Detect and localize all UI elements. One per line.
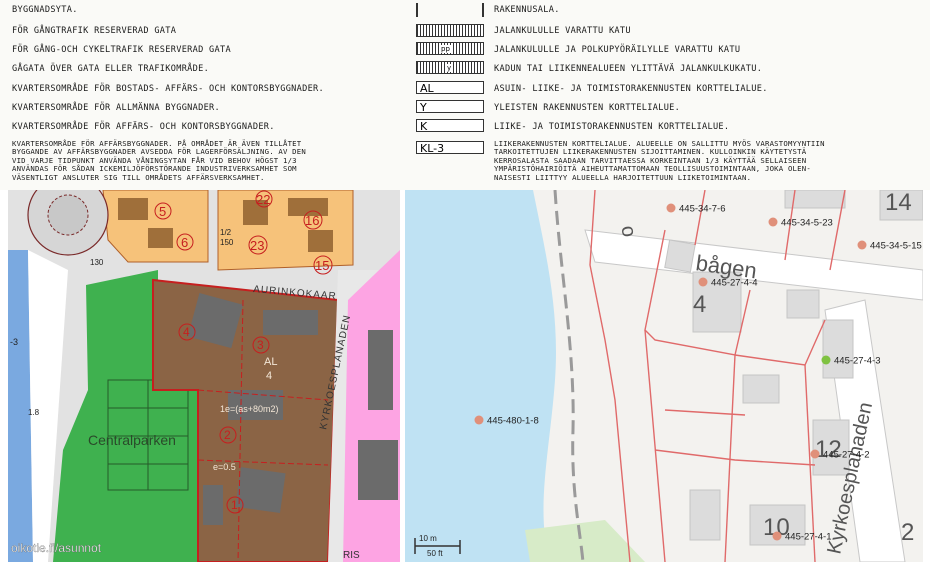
legend-right-3: KADUN TAI LIIKENNEALUEEN YLITTÄVÄ JALANK… [494, 64, 763, 74]
parcel-id-label: 445-34-5-23 [781, 218, 833, 229]
legend-right-4: ASUIN- LIIKE- JA TOIMISTORAKENNUSTEN KOR… [494, 84, 768, 94]
parcel-dot [698, 277, 708, 287]
street-label-bottom: RIS [343, 550, 360, 561]
legend-right-6: LIIKE- JA TOIMISTORAKENNUSTEN KORTTELIAL… [494, 122, 730, 132]
watermark: oikotie.fi/asunnot [11, 541, 102, 555]
cadastral-graphic: bågen Kyrkoesplanaden o 4 12 10 14 2 445… [405, 190, 923, 562]
plan-legend: BYGGNADSYTA. RAKENNUSALA. FÖR GÅNGTRAFIK… [0, 0, 930, 190]
cadastral-map[interactable]: bågen Kyrkoesplanaden o 4 12 10 14 2 445… [405, 190, 923, 562]
block-16: 16 [305, 213, 319, 228]
legend-right-2: JALANKULULLE JA POLKUPYÖRÄILYLLE VARATTU… [494, 45, 741, 55]
misc-label-150: 150 [220, 238, 234, 247]
parcel-id-label: 445-27-4-3 [834, 356, 880, 367]
parcel-id-label: 445-480-1-8 [487, 416, 539, 427]
block-number-4: 4 [693, 291, 706, 318]
legend-symbol-k: K [416, 119, 484, 133]
legend-right-5: YLEISTEN RAKENNUSTEN KORTTELIALUE. [494, 103, 681, 113]
quarter-number: 4 [266, 370, 272, 382]
legend-symbol-y: Y [416, 100, 484, 114]
block-23: 23 [250, 238, 264, 253]
misc-label-130: 130 [90, 258, 104, 267]
parcel-id-label: 445-34-7-6 [679, 204, 725, 215]
zoning-plan-map[interactable]: Centralparken 4 3 2 1 AL 4 1e=(as+80m2) … [8, 190, 400, 562]
quarter-code: AL [264, 356, 277, 368]
efficiency-label: e=0.5 [213, 462, 236, 472]
lot-4: 4 [183, 325, 190, 339]
parcel-id-label: 445-27-4-4 [711, 278, 757, 289]
floor-area-label: 1e=(as+80m2) [220, 404, 279, 414]
legend-symbol-al: AL [416, 81, 484, 95]
misc-label-minus-3: -3 [10, 337, 18, 347]
legend-left-2: FÖR GÅNG-OCH CYKELTRAFIK RESERVERAD GATA [12, 45, 231, 55]
legend-kl-right-text: LIIKERAKENNUSTEN KORTTELIALUE. ALUEELLE … [494, 139, 825, 182]
legend-kl-left-text: KVARTERSOMRÅDE FÖR AFFÄRSBYGGNADER. PÅ O… [12, 139, 306, 182]
legend-symbol-building-area [416, 3, 484, 17]
park-label: Centralparken [88, 432, 176, 448]
legend-symbol-kl3: KL-3 [416, 141, 484, 155]
legend-left-5: KVARTERSOMRÅDE FÖR ALLMÄNNA BYGGNADER. [12, 103, 221, 113]
block-5: 5 [159, 204, 166, 219]
block-15: 15 [315, 258, 329, 273]
legend-left-3: GÅGATA ÖVER GATA ELLER TRAFIKOMRÅDE. [12, 64, 210, 74]
parcel-dot [857, 240, 867, 250]
block-number-14: 14 [885, 190, 912, 216]
parcel-id-label: 445-27-4-1 [785, 532, 831, 543]
zoning-plan-graphic: Centralparken 4 3 2 1 AL 4 1e=(as+80m2) … [8, 190, 400, 562]
block-6: 6 [181, 235, 188, 250]
scale-ft: 50 ft [427, 549, 443, 558]
legend-left-1: FÖR GÅNGTRAFIK RESERVERAD GATA [12, 26, 177, 36]
legend-right-1: JALANKULULLE VARATTU KATU [494, 26, 631, 36]
legend-right-0: RAKENNUSALA. [494, 5, 560, 15]
parcel-dot [772, 531, 782, 541]
parcel-dot [821, 355, 831, 365]
legend-left-6: KVARTERSOMRÅDE FÖR AFFÄRS- OCH KONTORSBY… [12, 122, 275, 132]
parcel-dot [666, 203, 676, 213]
legend-symbol-pedestrian-street [416, 24, 484, 37]
parcel-dot [810, 449, 820, 459]
parcel-dot [768, 217, 778, 227]
lot-2: 2 [224, 428, 231, 442]
misc-label-1-2: 1/2 [220, 228, 232, 237]
legend-symbol-cycle-street: pp [416, 42, 484, 55]
block-number-2: 2 [901, 519, 914, 546]
parcel-dot [474, 415, 484, 425]
legend-left-0: BYGGNADSYTA. [12, 5, 78, 15]
legend-symbol-walkway: y [416, 61, 484, 74]
scale-m: 10 m [419, 534, 437, 543]
misc-label-1-8: 1.8 [28, 408, 40, 417]
lot-1: 1 [231, 498, 238, 512]
lot-3: 3 [257, 338, 264, 352]
block-22: 22 [256, 192, 270, 207]
parcel-id-label: 445-27-4-2 [823, 450, 869, 461]
legend-left-4: KVARTERSOMRÅDE FÖR BOSTADS- AFFÄRS- OCH … [12, 84, 325, 94]
parcel-id-label: 445-34-5-15 [870, 241, 922, 252]
